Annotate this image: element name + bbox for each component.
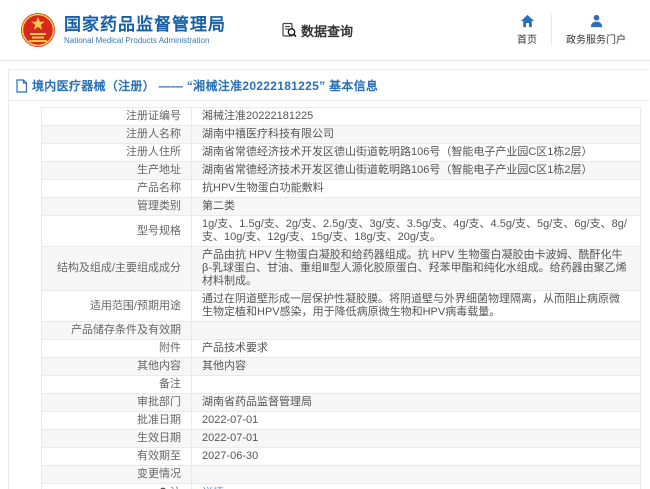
row-label: 生效日期 <box>42 430 192 448</box>
row-value: 湖南省常德经济技术开发区德山街道乾明路106号（智能电子产业园C区1栋2层） <box>192 144 641 162</box>
row-value: 2022-07-01 <box>192 412 641 430</box>
row-label: 产品名称 <box>42 180 192 198</box>
row-label: 批准日期 <box>42 412 192 430</box>
registration-info-table: 注册证编号湘械注准20222181225注册人名称湖南中禧医疗科技有限公司注册人… <box>41 107 641 489</box>
org-names: 国家药品监督管理局 National Medical Products Admi… <box>64 15 226 46</box>
table-row: 注册证编号湘械注准20222181225 <box>42 108 641 126</box>
row-value: 产品由抗 HPV 生物蛋白凝胶和给药器组成。抗 HPV 生物蛋白凝胶由卡波姆、酰… <box>192 247 641 291</box>
table-row: 生效日期2022-07-01 <box>42 430 641 448</box>
header-nav: 首页 政务服务门户 <box>503 14 640 46</box>
table-row: 变更情况 <box>42 466 641 484</box>
table-row: 管理类别第二类 <box>42 198 641 216</box>
data-query-tab[interactable]: 数据查询 <box>281 21 353 40</box>
row-value: 2022-07-01 <box>192 430 641 448</box>
row-label: 生产地址 <box>42 162 192 180</box>
row-label: 附件 <box>42 340 192 358</box>
table-row: 批准日期2022-07-01 <box>42 412 641 430</box>
row-value: 第二类 <box>192 198 641 216</box>
row-value <box>192 322 641 340</box>
table-row: 审批部门湖南省药品监督管理局 <box>42 394 641 412</box>
row-label: 注册人名称 <box>42 126 192 144</box>
page-title: 境内医疗器械（注册） —— “湘械注准20222181225” 基本信息 <box>32 77 378 94</box>
row-value <box>192 466 641 484</box>
row-label: 型号规格 <box>42 216 192 247</box>
row-label: 审批部门 <box>42 394 192 412</box>
table-row: 有效期至2027-06-30 <box>42 448 641 466</box>
row-value: 湖南中禧医疗科技有限公司 <box>192 126 641 144</box>
row-label: 注 <box>42 484 192 489</box>
table-row: 其他内容其他内容 <box>42 358 641 376</box>
row-label: 产品储存条件及有效期 <box>42 322 192 340</box>
row-label: 适用范围/预期用途 <box>42 291 192 322</box>
row-value: 湘械注准20222181225 <box>192 108 641 126</box>
table-row: 产品储存条件及有效期 <box>42 322 641 340</box>
nav-gov-portal-label: 政务服务门户 <box>566 31 626 46</box>
row-value: 抗HPV生物蛋白功能敷料 <box>192 180 641 198</box>
table-row: 适用范围/预期用途通过在阴道壁形成一层保护性凝胶膜。将阴道壁与外界细菌物理隔离，… <box>42 291 641 322</box>
row-value: 湖南省药品监督管理局 <box>192 394 641 412</box>
document-search-icon <box>281 22 297 38</box>
row-label: 有效期至 <box>42 448 192 466</box>
row-value: 详情 <box>192 484 641 489</box>
document-icon <box>15 79 28 93</box>
row-label: 其他内容 <box>42 358 192 376</box>
national-emblem-icon <box>20 10 56 50</box>
nmpa-logo[interactable]: 国家药品监督管理局 National Medical Products Admi… <box>20 10 226 50</box>
data-query-label: 数据查询 <box>301 21 353 40</box>
row-label: 管理类别 <box>42 198 192 216</box>
user-icon <box>589 14 604 28</box>
row-value: 产品技术要求 <box>192 340 641 358</box>
row-label: 注册人住所 <box>42 144 192 162</box>
row-value: 湖南省常德经济技术开发区德山街道乾明路106号（智能电子产业园C区1栋2层） <box>192 162 641 180</box>
table-row: 产品名称抗HPV生物蛋白功能敷料 <box>42 180 641 198</box>
nav-item-home[interactable]: 首页 <box>503 14 551 46</box>
row-value <box>192 376 641 394</box>
table-row: 型号规格1g/支、1.5g/支、2g/支、2.5g/支、3g/支、3.5g/支、… <box>42 216 641 247</box>
table-row: 注详情 <box>42 484 641 489</box>
table-row: 注册人住所湖南省常德经济技术开发区德山街道乾明路106号（智能电子产业园C区1栋… <box>42 144 641 162</box>
table-row: 结构及组成/主要组成成分产品由抗 HPV 生物蛋白凝胶和给药器组成。抗 HPV … <box>42 247 641 291</box>
nav-home-label: 首页 <box>517 31 537 46</box>
org-name-en: National Medical Products Administration <box>64 35 226 46</box>
org-name-cn: 国家药品监督管理局 <box>64 15 226 35</box>
table-row: 注册人名称湖南中禧医疗科技有限公司 <box>42 126 641 144</box>
page-title-bar: 境内医疗器械（注册） —— “湘械注准20222181225” 基本信息 <box>9 70 649 101</box>
home-icon <box>520 14 535 28</box>
row-value: 1g/支、1.5g/支、2g/支、2.5g/支、3g/支、3.5g/支、4g/支… <box>192 216 641 247</box>
row-label: 变更情况 <box>42 466 192 484</box>
row-value: 其他内容 <box>192 358 641 376</box>
row-label: 结构及组成/主要组成成分 <box>42 247 192 291</box>
table-row: 备注 <box>42 376 641 394</box>
row-label: 注册证编号 <box>42 108 192 126</box>
top-header: 国家药品监督管理局 National Medical Products Admi… <box>0 0 650 61</box>
nav-item-gov-portal[interactable]: 政务服务门户 <box>551 14 640 46</box>
row-label: 备注 <box>42 376 192 394</box>
content-card: 境内医疗器械（注册） —— “湘械注准20222181225” 基本信息 注册证… <box>8 69 649 489</box>
row-value: 2027-06-30 <box>192 448 641 466</box>
info-table-wrap: 注册证编号湘械注准20222181225注册人名称湖南中禧医疗科技有限公司注册人… <box>9 101 649 489</box>
table-row: 生产地址湖南省常德经济技术开发区德山街道乾明路106号（智能电子产业园C区1栋2… <box>42 162 641 180</box>
table-row: 附件产品技术要求 <box>42 340 641 358</box>
row-value: 通过在阴道壁形成一层保护性凝胶膜。将阴道壁与外界细菌物理隔离，从而阻止病原微生物… <box>192 291 641 322</box>
